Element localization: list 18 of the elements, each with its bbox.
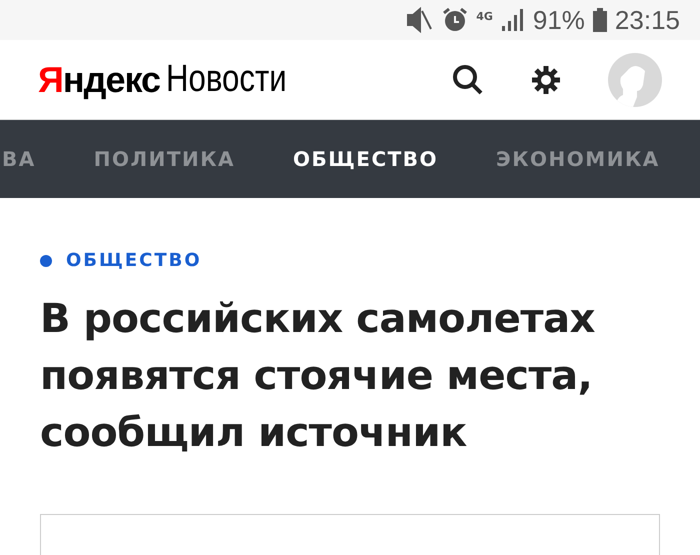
service-name: Новости: [166, 58, 287, 102]
alarm-icon: [442, 7, 468, 34]
battery-percent: 91%: [532, 4, 585, 36]
nav-tab[interactable]: ОБЩЕСТВО: [293, 147, 438, 172]
mute-icon: [406, 7, 434, 34]
category-label[interactable]: ОБЩЕСТВО: [66, 250, 202, 271]
nav-tab[interactable]: ВА: [2, 147, 36, 172]
article-title: В российских самолетах появятся стоячие места, сообщил источник: [40, 295, 596, 458]
signal-icon: [500, 8, 525, 32]
search-button[interactable]: [452, 64, 484, 96]
settings-button[interactable]: [530, 64, 562, 96]
clock-time: 23:15: [614, 4, 680, 36]
nav-tab[interactable]: ЭКОНОМИКА: [496, 147, 660, 172]
brand-logo: Яндекс: [38, 58, 160, 101]
network-label: 4G: [476, 10, 493, 23]
category-dot: [40, 254, 52, 266]
nav-tab[interactable]: ПОЛИТИКА: [94, 147, 236, 172]
battery-icon: [592, 8, 607, 32]
